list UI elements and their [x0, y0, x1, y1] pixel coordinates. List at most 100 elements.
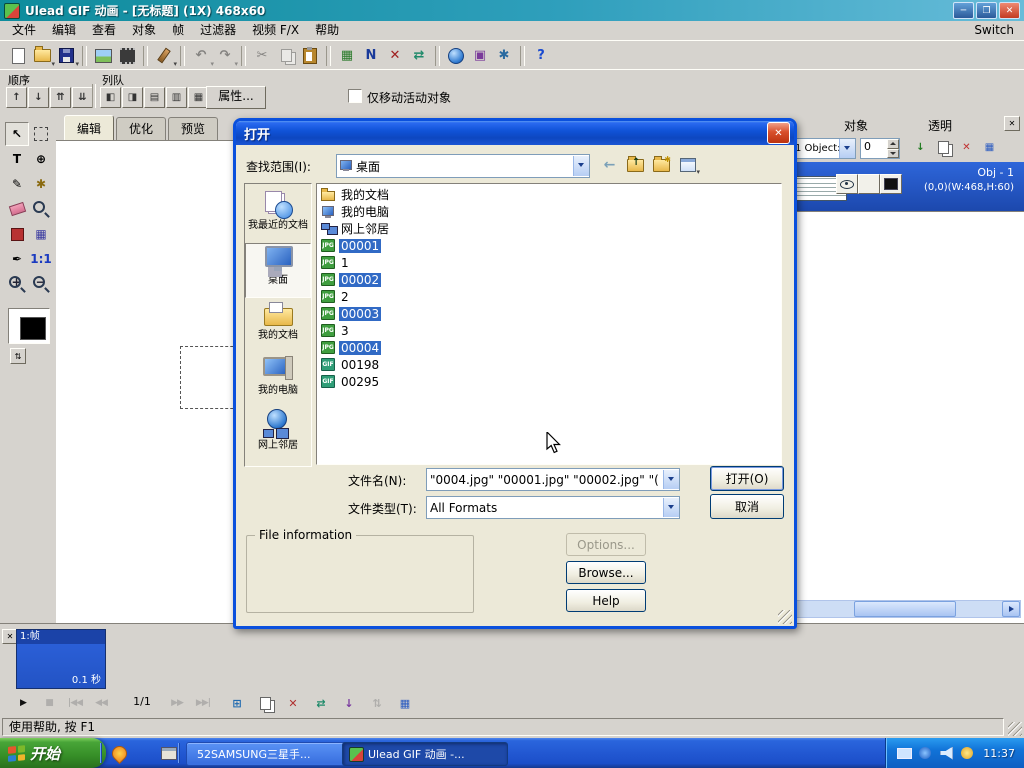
align-top-button[interactable]: ▤ — [144, 87, 165, 108]
save-file-button[interactable] — [54, 44, 78, 68]
film-tool-button[interactable]: ▦ — [29, 222, 53, 246]
undo-button[interactable]: ↶ — [189, 44, 213, 68]
align-right-button[interactable]: ◨ — [122, 87, 143, 108]
create-new-folder-button[interactable] — [650, 154, 673, 176]
file-item[interactable]: 1 — [317, 254, 781, 271]
insert-frames-button[interactable]: ▦ — [335, 44, 359, 68]
add-frame-button[interactable]: ⊞ — [226, 693, 248, 713]
cut-button[interactable]: ✂ — [250, 44, 274, 68]
scroll-right-button[interactable] — [1002, 601, 1020, 617]
object-manager-button[interactable]: ▦ — [979, 137, 1000, 158]
show-desktop-button[interactable] — [160, 744, 178, 762]
mask-swatch-button[interactable] — [858, 174, 880, 194]
restore-button[interactable]: ❐ — [976, 2, 997, 19]
help-button[interactable]: Help — [566, 589, 646, 612]
back-button[interactable]: ← — [598, 154, 621, 176]
import-object-button[interactable]: ↓ — [910, 137, 931, 158]
preview-tab[interactable]: 预览 — [168, 117, 218, 140]
cancel-button[interactable]: 取消 — [710, 494, 784, 519]
menu-item[interactable]: 视频 F/X — [244, 21, 307, 40]
plugins-button[interactable]: ✱ — [492, 44, 516, 68]
brush-tool-button[interactable]: ✎ — [5, 172, 29, 196]
open-file-button[interactable] — [30, 44, 54, 68]
move-down-button[interactable]: ↓ — [28, 87, 49, 108]
desktop-place[interactable]: 桌面 — [245, 243, 311, 298]
file-type-combo[interactable]: All Formats — [426, 496, 680, 519]
duplicate-frame-button[interactable] — [254, 693, 276, 713]
move-to-bottom-button[interactable]: ⇊ — [72, 87, 93, 108]
menu-item[interactable]: 帧 — [164, 21, 192, 40]
edit-tab[interactable]: 编辑 — [64, 115, 114, 140]
menu-item[interactable]: 帮助 — [307, 21, 347, 40]
active-object-bar[interactable]: Obj - 1 (0,0)(W:468,H:60) — [788, 162, 1024, 211]
switch-menu-item[interactable]: Switch — [974, 21, 1014, 40]
align-left-button[interactable]: ◧ — [100, 87, 121, 108]
actual-size-tool-button[interactable]: 1:1 — [29, 247, 53, 271]
dialog-close-button[interactable]: ✕ — [767, 122, 790, 144]
dialog-resize-grip[interactable] — [778, 610, 792, 624]
file-item[interactable]: 3 — [317, 322, 781, 339]
view-menu-button[interactable] — [676, 154, 699, 176]
fill-tool-button[interactable] — [5, 222, 29, 246]
add-video-button[interactable] — [115, 44, 139, 68]
quick-launch-ie-button[interactable] — [135, 744, 153, 762]
file-name-dropdown-icon[interactable] — [663, 470, 679, 489]
move-up-button[interactable]: ↑ — [6, 87, 27, 108]
next-frame-button[interactable]: ▶▶ — [166, 693, 188, 713]
zoom-out-tool-button[interactable]: − — [29, 272, 53, 296]
previous-frame-button[interactable]: ◀◀ — [90, 693, 112, 713]
object-selector-combo[interactable]: 1 Object: — [792, 138, 856, 159]
file-item[interactable]: 00004 — [317, 339, 781, 356]
export-web-button[interactable]: ▣ — [468, 44, 492, 68]
color-palette-button[interactable] — [152, 44, 176, 68]
minimize-button[interactable]: ─ — [953, 2, 974, 19]
horizontal-scrollbar[interactable] — [795, 600, 1021, 618]
swap-colors-button[interactable]: ⇅ — [10, 348, 26, 364]
open-button[interactable]: 打开(O) — [710, 466, 784, 491]
optimize-tab[interactable]: 优化 — [116, 117, 166, 140]
frame-list-button[interactable]: ▦ — [394, 693, 416, 713]
copy-button[interactable] — [274, 44, 298, 68]
delete-frame-button[interactable]: ✕ — [282, 693, 304, 713]
dropdown-arrow-icon[interactable] — [839, 139, 855, 158]
file-item[interactable]: 00198 — [317, 356, 781, 373]
file-item[interactable]: 2 — [317, 288, 781, 305]
add-image-button[interactable] — [91, 44, 115, 68]
align-bottom-button[interactable]: ▥ — [166, 87, 187, 108]
object-color-button[interactable] — [880, 174, 902, 194]
text-tool-button[interactable]: T — [5, 147, 29, 171]
scrollbar-thumb[interactable] — [854, 601, 956, 617]
spinner-buttons[interactable] — [887, 139, 899, 158]
stop-button[interactable]: ■ — [38, 693, 60, 713]
zoom-tool-button[interactable] — [29, 197, 53, 221]
file-item[interactable]: 00295 — [317, 373, 781, 390]
resize-grip[interactable] — [1008, 722, 1022, 736]
tray-messenger-icon[interactable] — [917, 745, 933, 761]
samsung-window-task-button[interactable]: 52SAMSUNG三星手... — [186, 742, 352, 766]
menu-item[interactable]: 文件 — [4, 21, 44, 40]
swap-frames-button[interactable]: ⇄ — [310, 693, 332, 713]
zoom-in-tool-button[interactable]: + — [5, 272, 29, 296]
look-in-dropdown-icon[interactable] — [573, 156, 589, 176]
panel-close-button[interactable]: ✕ — [1004, 116, 1020, 131]
menu-item[interactable]: 过滤器 — [192, 21, 244, 40]
redo-button[interactable]: ↷ — [213, 44, 237, 68]
transparency-spinner[interactable]: 0 — [860, 138, 900, 159]
move-active-only-checkbox[interactable] — [348, 89, 362, 103]
first-frame-button[interactable]: |◀◀ — [64, 693, 86, 713]
my-documents-place[interactable]: 我的文档 — [245, 298, 311, 353]
delete-item-button[interactable]: ✕ — [383, 44, 407, 68]
internet-button[interactable] — [444, 44, 468, 68]
menu-item[interactable]: 对象 — [124, 21, 164, 40]
file-item[interactable]: 00003 — [317, 305, 781, 322]
sort-frames-button[interactable]: ⇅ — [366, 693, 388, 713]
network-places-place[interactable]: 网上邻居 — [245, 408, 311, 463]
recent-documents-place[interactable]: 我最近的文档 — [245, 188, 311, 243]
add-banner-text-button[interactable]: N — [359, 44, 383, 68]
eraser-tool-button[interactable] — [5, 197, 29, 221]
duplicate-object-button[interactable] — [933, 137, 954, 158]
context-help-button[interactable]: ? — [529, 44, 553, 68]
spin-up-icon[interactable] — [887, 139, 899, 149]
play-button[interactable]: ▶ — [12, 693, 34, 713]
swap-items-button[interactable]: ⇄ — [407, 44, 431, 68]
